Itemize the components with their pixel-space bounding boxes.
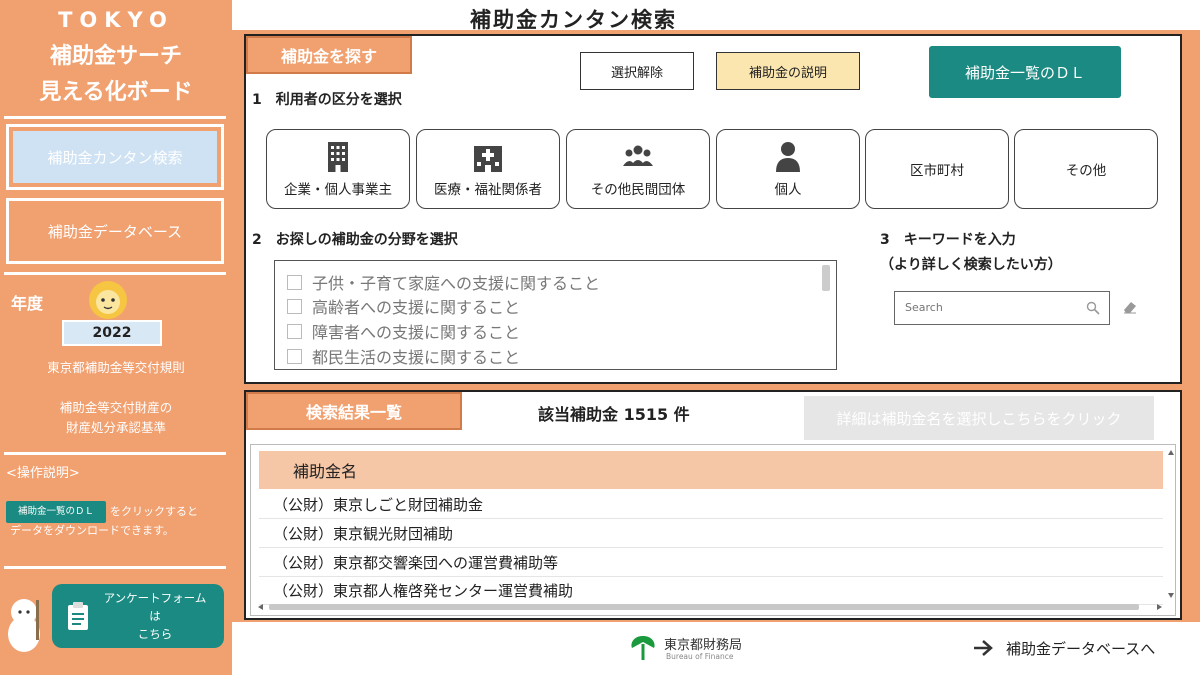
clipboard-icon [68,602,88,630]
detail-button[interactable]: 詳細は補助金名を選択しこちらをクリック [804,396,1154,440]
user-type-label: その他民間団体 [590,182,686,198]
logo-line-3: 見える化ボード [39,80,193,105]
keyword-search-box[interactable] [894,291,1110,325]
user-type-individual[interactable]: 個人 [716,129,860,209]
divider [4,116,226,119]
nav-database-button[interactable]: 補助金データベース [6,198,224,264]
subsidy-explanation-button[interactable]: 補助金の説明 [716,52,860,90]
checkbox[interactable] [287,348,302,364]
sheep-mascot-icon [8,599,40,652]
hospital-icon [474,146,502,172]
user-type-label: 区市町村 [910,163,964,179]
step2-label: 2 お探しの補助金の分野を選択 [252,232,458,248]
field-checkbox-item[interactable]: 障害者への支援に関すること [287,319,520,343]
divider [4,452,226,455]
logo-line-2: 補助金サーチ [49,44,182,69]
step1-label: 1 利用者の区分を選択 [252,92,402,108]
rules-link[interactable]: 東京都補助金等交付規則 [0,358,232,378]
user-type-municipality[interactable]: 区市町村 [865,129,1009,209]
table-header: 補助金名 [259,451,1163,489]
logo-line-1: TOKYO [58,8,174,32]
operation-download-chip: 補助金一覧のＤＬ [6,501,106,523]
operation-title: <操作説明> [6,466,80,481]
keyword-search-input[interactable] [895,292,1075,322]
arrow-right-icon[interactable] [972,638,994,658]
result-count: 該当補助金 1515 件 [538,405,690,424]
checkbox[interactable] [287,323,302,339]
operation-text: データをダウンロードできます。 [10,524,174,537]
bureau-name: 東京都財務局 [664,638,743,653]
database-link[interactable]: 補助金データベースへ [1006,638,1155,659]
step3-sublabel: （より詳しく検索したい方） [880,257,1062,273]
user-type-label: その他 [1065,163,1107,179]
year-select[interactable]: 2022 [62,320,162,346]
person-icon [776,142,800,172]
bureau-subtitle: Bureau of Finance [666,652,734,661]
sidebar: TOKYO 補助金サーチ 見える化ボード 補助金カンタン検索 補助金データベース… [0,0,232,675]
operation-text: をクリックすると [110,505,198,518]
year-label: 年度 [11,294,44,313]
nav-database-label: 補助金データベース [13,205,217,257]
results-panel-tab: 検索結果一覧 [246,392,462,430]
user-type-label: 企業・個人事業主 [284,182,392,198]
user-type-private-org[interactable]: その他民間団体 [566,129,710,209]
field-checkbox-item[interactable]: 都民生活の支援に関すること [287,344,520,368]
lion-mascot-icon [89,281,127,319]
horizontal-scrollbar-thumb[interactable] [269,604,1139,610]
user-type-medical[interactable]: 医療・福祉関係者 [416,129,560,209]
search-icon[interactable] [1086,301,1100,315]
group-icon [623,145,653,166]
search-panel-tab: 補助金を探す [246,36,412,74]
field-label: 高齢者への支援に関すること [312,298,521,317]
results-table: 補助金名 （公財）東京しごと財団補助金 （公財）東京観光財団補助 （公財）東京都… [250,444,1176,616]
table-row[interactable]: （公財）東京しごと財団補助金 [259,491,1163,519]
user-type-company[interactable]: 企業・個人事業主 [266,129,410,209]
user-type-label: 医療・福祉関係者 [434,182,542,198]
field-label: 障害者への支援に関すること [312,323,521,342]
field-list-scrollbar[interactable] [822,265,830,291]
checkbox[interactable] [287,298,302,314]
survey-label-line2: こちら [137,627,173,641]
field-label: 子供・子育て家庭への支援に関すること [312,274,601,293]
user-type-other[interactable]: その他 [1014,129,1158,209]
property-link-line1[interactable]: 補助金等交付財産の [0,398,232,418]
field-checkbox-item[interactable]: 子供・子育て家庭への支援に関すること [287,270,600,294]
field-label: 都民生活の支援に関すること [312,348,521,367]
divider [4,566,226,569]
divider [4,272,226,275]
user-type-label: 個人 [774,182,802,198]
checkbox[interactable] [287,274,302,290]
download-list-button[interactable]: 補助金一覧のＤＬ [929,46,1121,98]
vertical-scrollbar[interactable] [1167,449,1175,599]
table-row[interactable]: （公財）東京観光財団補助 [259,520,1163,548]
clear-selection-button[interactable]: 選択解除 [580,52,694,90]
building-icon [328,142,348,172]
table-row[interactable]: （公財）東京都人権啓発センター運営費補助 [259,577,1163,605]
clear-search-icon[interactable] [1122,300,1138,314]
tokyo-logo-icon [631,636,655,660]
property-link-line2[interactable]: 財産処分承認基準 [0,418,232,438]
field-checkbox-item[interactable]: 高齢者への支援に関すること [287,294,520,318]
survey-form-button[interactable]: アンケートフォームは こちら [52,584,224,648]
field-list: 子供・子育て家庭への支援に関すること 高齢者への支援に関すること 障害者への支援… [274,260,837,370]
table-row[interactable]: （公財）東京都交響楽団への運営費補助等 [259,549,1163,577]
step3-label: 3 キーワードを入力 [880,232,1016,248]
nav-simple-search-button[interactable]: 補助金カンタン検索 [6,124,224,190]
nav-simple-search-label: 補助金カンタン検索 [13,131,217,183]
survey-label-line1: アンケートフォームは [103,591,207,623]
